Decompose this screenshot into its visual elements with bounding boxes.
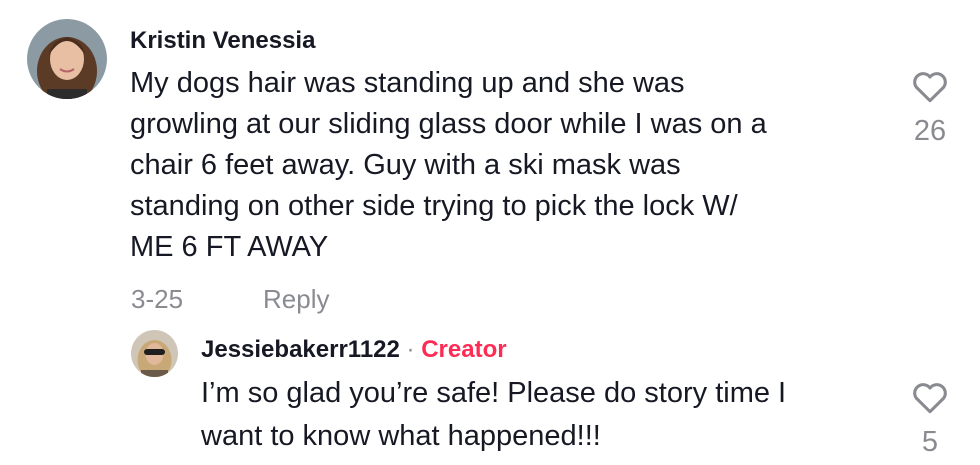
heart-outline-icon[interactable]	[911, 69, 949, 103]
comment-username[interactable]: Kristin Venessia	[130, 27, 315, 55]
reply-username[interactable]: Jessiebakerr1122	[201, 336, 400, 363]
reply-line: want to know what happened!!!	[201, 420, 601, 452]
reply-text: I’m so glad you’re safe! Please do story…	[201, 372, 786, 458]
heart-outline-icon[interactable]	[911, 380, 949, 414]
comment-like-count: 26	[913, 115, 947, 147]
reply-like-count: 5	[921, 426, 939, 458]
avatar-photo	[27, 19, 107, 99]
creator-badge: Creator	[421, 336, 507, 363]
reply-username-row: Jessiebakerr1122 · Creator	[201, 336, 507, 364]
comment-text: My dogs hair was standing up and she was…	[130, 63, 767, 268]
comment-line: ME 6 FT AWAY	[130, 231, 329, 263]
separator-dot: ·	[406, 336, 415, 363]
avatar-jessiebakerr[interactable]	[131, 330, 178, 377]
avatar-photo	[131, 330, 178, 377]
avatar-kristin[interactable]	[27, 19, 107, 99]
comment-date: 3-25	[131, 284, 184, 314]
reply-line: I’m so glad you’re safe! Please do story…	[201, 377, 787, 409]
comment-line: standing on other side trying to pick th…	[130, 190, 738, 222]
reply-button[interactable]: Reply	[263, 284, 329, 315]
comment-line: chair 6 feet away. Guy with a ski mask w…	[130, 149, 681, 181]
comment-line: My dogs hair was standing up and she was	[130, 67, 685, 99]
comment-line: growling at our sliding glass door while…	[130, 108, 767, 140]
